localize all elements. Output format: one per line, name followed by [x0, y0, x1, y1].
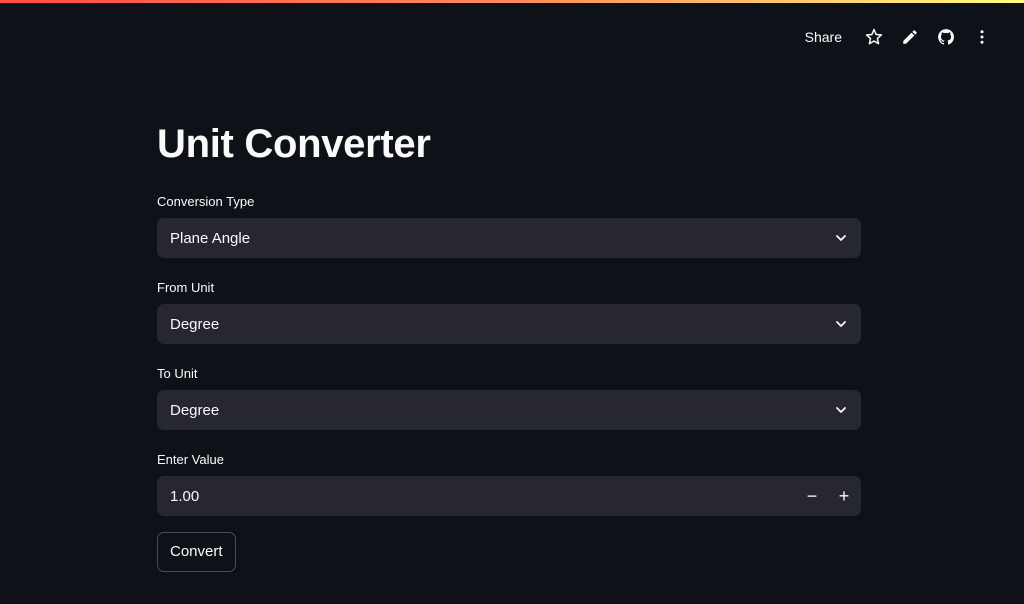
- enter-value-label: Enter Value: [157, 452, 224, 467]
- decrement-button[interactable]: −: [796, 476, 828, 516]
- to-unit-select[interactable]: Degree: [157, 390, 861, 430]
- main-content: Unit Converter Conversion Type Plane Ang…: [157, 118, 861, 572]
- star-icon[interactable]: [856, 24, 892, 50]
- page-title: Unit Converter: [157, 122, 431, 166]
- chevron-down-icon: [834, 317, 848, 331]
- from-unit-select[interactable]: Degree: [157, 304, 861, 344]
- conversion-type-label: Conversion Type: [157, 194, 255, 209]
- from-unit-value: Degree: [170, 315, 220, 333]
- from-unit-label: From Unit: [157, 280, 215, 295]
- increment-button[interactable]: +: [828, 476, 860, 516]
- value-number-input: − +: [157, 476, 861, 516]
- chevron-down-icon: [834, 231, 848, 245]
- conversion-type-select[interactable]: Plane Angle: [157, 218, 861, 258]
- github-icon[interactable]: [928, 24, 964, 50]
- top-decoration-stripe: [0, 0, 1024, 3]
- to-unit-label: To Unit: [157, 366, 198, 381]
- pencil-icon[interactable]: [892, 24, 928, 50]
- app-toolbar: Share: [805, 24, 1000, 50]
- more-vertical-icon[interactable]: [964, 24, 1000, 50]
- to-unit-value: Degree: [170, 401, 220, 419]
- convert-button[interactable]: Convert: [157, 532, 236, 572]
- value-input[interactable]: [157, 476, 796, 516]
- share-button[interactable]: Share: [805, 29, 842, 45]
- chevron-down-icon: [834, 403, 848, 417]
- conversion-type-value: Plane Angle: [170, 229, 251, 247]
